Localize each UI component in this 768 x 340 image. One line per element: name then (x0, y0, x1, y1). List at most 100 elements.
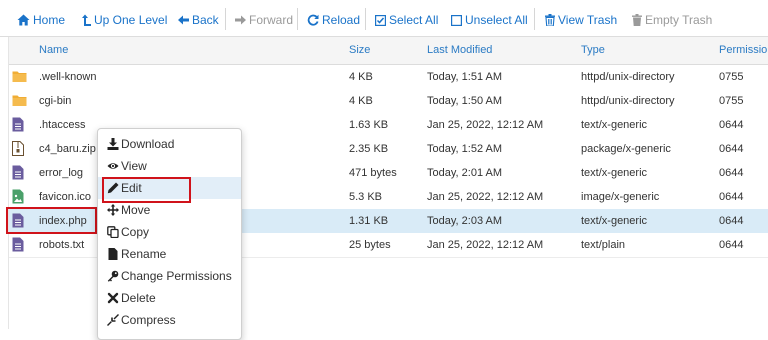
download-icon (107, 138, 119, 150)
file-permissions: 0644 (719, 167, 744, 179)
menu-item-change-permissions[interactable]: Change Permissions (98, 265, 241, 287)
table-header: Name Size Last Modified Type Permission (9, 37, 768, 65)
level-up-icon (82, 14, 91, 26)
refresh-icon (307, 14, 319, 26)
text-file-icon (12, 117, 24, 132)
back-label: Back (192, 13, 219, 27)
column-header-permissions[interactable]: Permission (719, 44, 768, 56)
empty-trash-button[interactable]: Empty Trash (632, 12, 712, 28)
column-header-size[interactable]: Size (349, 44, 370, 56)
menu-item-view[interactable]: View (98, 155, 241, 177)
trash-icon (545, 14, 555, 26)
menu-item-copy[interactable]: Copy (98, 221, 241, 243)
text-file-icon (12, 165, 24, 180)
empty-box-icon (451, 14, 462, 26)
file-name: .htaccess (39, 119, 86, 131)
file-name: cgi-bin (39, 95, 72, 107)
text-file-icon (12, 213, 24, 228)
unselect-all-button[interactable]: Unselect All (451, 12, 528, 28)
column-header-name[interactable]: Name (39, 44, 68, 56)
view-trash-button[interactable]: View Trash (545, 12, 617, 28)
file-size: 4 KB (349, 71, 373, 83)
x-delete-icon (107, 292, 119, 304)
menu-item-download[interactable]: Download (98, 133, 241, 155)
toolbar-divider (365, 8, 366, 30)
pencil-icon (107, 182, 119, 194)
file-type: text/plain (581, 239, 626, 251)
file-permissions: 0644 (719, 191, 744, 203)
file-permissions: 0644 (719, 143, 744, 155)
trash-icon (632, 14, 642, 26)
file-modified: Jan 25, 2022, 12:12 AM (427, 191, 544, 203)
file-name: robots.txt (39, 239, 85, 251)
file-permissions: 0755 (719, 95, 744, 107)
menu-item-label: Edit (121, 181, 142, 195)
home-button[interactable]: Home (17, 12, 65, 28)
toolbar-divider (297, 8, 298, 30)
select-all-button[interactable]: Select All (375, 12, 438, 28)
file-type: text/x-generic (581, 167, 648, 179)
file-type: httpd/unix-directory (581, 71, 675, 83)
menu-item-rename[interactable]: Rename (98, 243, 241, 265)
file-size: 2.35 KB (349, 143, 389, 155)
menu-item-move[interactable]: Move (98, 199, 241, 221)
column-header-type[interactable]: Type (581, 44, 605, 56)
toolbar-divider (225, 8, 226, 30)
file-type: text/x-generic (581, 215, 648, 227)
menu-item-label: Compress (121, 313, 176, 327)
menu-item-label: View (121, 159, 147, 173)
column-header-last-modified[interactable]: Last Modified (427, 44, 492, 56)
forward-button[interactable]: Forward (235, 12, 293, 28)
forward-label: Forward (249, 13, 294, 27)
checked-box-icon (375, 14, 386, 26)
reload-label: Reload (322, 13, 361, 27)
home-label: Home (33, 13, 66, 27)
folder-icon (12, 95, 27, 106)
view-trash-label: View Trash (558, 13, 618, 27)
home-icon (17, 14, 30, 26)
menu-item-label: Delete (121, 291, 156, 305)
file-size: 4 KB (349, 95, 373, 107)
menu-item-delete[interactable]: Delete (98, 287, 241, 309)
file-type: package/x-generic (581, 143, 671, 155)
file-type: httpd/unix-directory (581, 95, 675, 107)
context-menu: Download View Edit Move Copy Rename Chan… (97, 128, 242, 340)
file-type: text/x-generic (581, 119, 648, 131)
rename-file-icon (108, 248, 118, 260)
up-one-level-label: Up One Level (94, 13, 168, 27)
file-name: index.php (39, 215, 87, 227)
file-permissions: 0755 (719, 71, 744, 83)
table-row[interactable]: cgi-bin 4 KB Today, 1:50 AM httpd/unix-d… (9, 89, 768, 114)
menu-item-label: Copy (121, 225, 150, 239)
arrow-right-icon (235, 15, 246, 25)
menu-item-label: Change Permissions (121, 269, 232, 283)
menu-item-label: Download (121, 137, 175, 151)
zip-file-icon (12, 141, 24, 156)
empty-trash-label: Empty Trash (645, 13, 713, 27)
image-file-icon (12, 189, 24, 204)
up-one-level-button[interactable]: Up One Level (82, 12, 167, 28)
file-manager-toolbar: Home Up One Level Back Forward Reload Se… (0, 0, 768, 37)
file-modified: Today, 1:51 AM (427, 71, 503, 83)
folder-icon (12, 71, 27, 82)
file-modified: Today, 2:01 AM (427, 167, 503, 179)
file-name: c4_baru.zip (39, 143, 96, 155)
menu-item-compress[interactable]: Compress (98, 309, 241, 331)
file-name: .well-known (39, 71, 97, 83)
file-permissions: 0644 (719, 239, 744, 251)
file-permissions: 0644 (719, 119, 744, 131)
file-size: 1.63 KB (349, 119, 389, 131)
back-button[interactable]: Back (178, 12, 219, 28)
file-size: 1.31 KB (349, 215, 389, 227)
arrow-left-icon (178, 15, 189, 25)
table-row[interactable]: .well-known 4 KB Today, 1:51 AM httpd/un… (9, 65, 768, 90)
copy-icon (107, 226, 119, 238)
unselect-all-label: Unselect All (465, 13, 528, 27)
select-all-label: Select All (389, 13, 439, 27)
file-name: favicon.ico (39, 191, 91, 203)
menu-item-edit[interactable]: Edit (98, 177, 241, 199)
file-permissions: 0644 (719, 215, 744, 227)
reload-button[interactable]: Reload (307, 12, 360, 28)
file-size: 471 bytes (349, 167, 397, 179)
file-type: image/x-generic (581, 191, 660, 203)
